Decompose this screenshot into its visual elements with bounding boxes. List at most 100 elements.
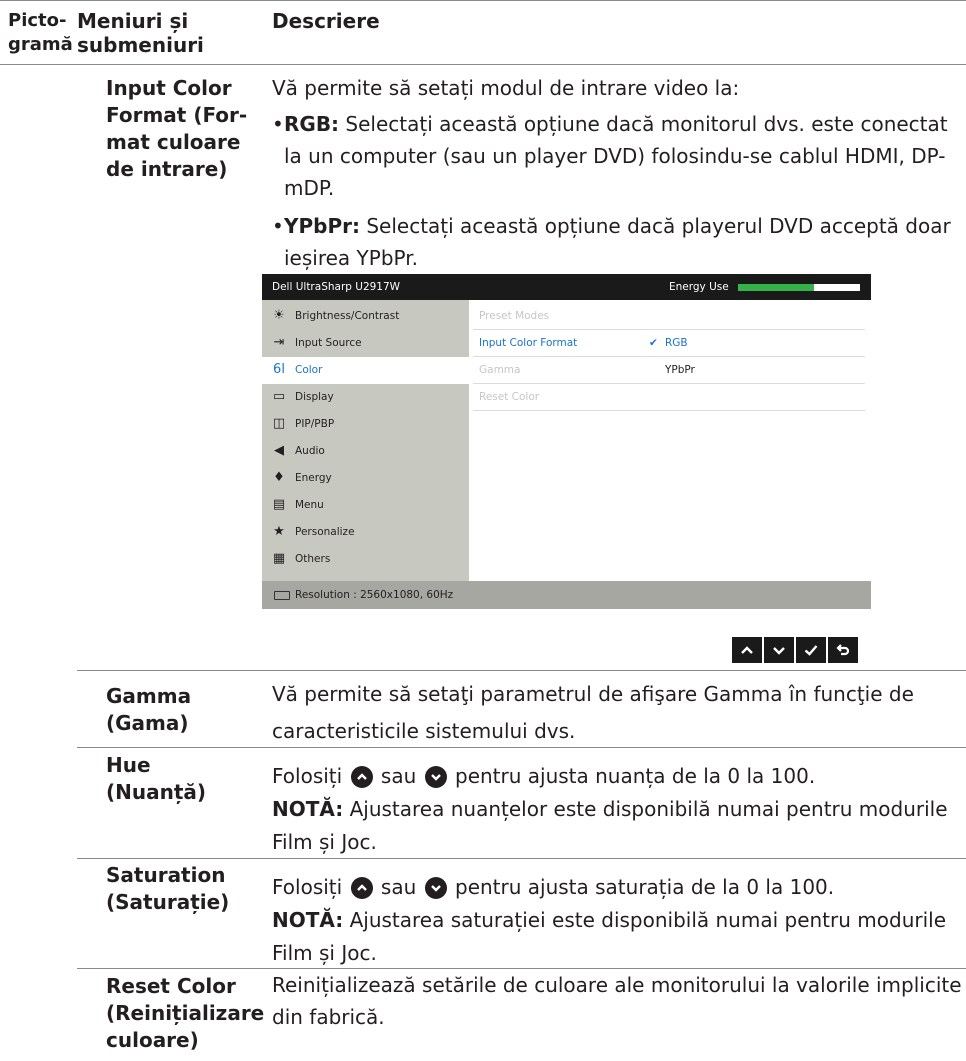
header-rule (0, 64, 966, 65)
check-icon (804, 645, 818, 656)
osd-menu-item-pip-pbp[interactable]: ◫ PIP/PBP (262, 411, 469, 438)
section-rule-3 (77, 858, 966, 859)
section-rule-2 (77, 747, 966, 748)
osd-panel-label: Reset Color (479, 391, 540, 403)
osd-menu-label: Energy (295, 472, 332, 484)
resolution-text: Resolution : 2560x1080, 60Hz (295, 589, 454, 601)
menu-icon: ▤ (272, 497, 286, 512)
hue-note-label: NOTĂ: (272, 797, 344, 821)
osd-panel-row-reset-color[interactable]: Reset Color (469, 384, 865, 411)
osd-menu-item-others[interactable]: ▦ Others (262, 546, 469, 573)
header-pictograma: Picto- gramă (8, 10, 73, 55)
check-icon: ✔ (649, 337, 658, 349)
osd-menu-item-audio[interactable]: ◀ Audio (262, 438, 469, 465)
osd-menu-item-display[interactable]: ▭ Display (262, 384, 469, 411)
resolution-icon (274, 591, 290, 600)
up-icon (741, 646, 753, 654)
osd-status-bar: Resolution : 2560x1080, 60Hz (262, 581, 871, 609)
brightness-icon: ☀ (273, 308, 285, 323)
nav-down-button[interactable] (764, 637, 794, 663)
desc-saturation: Folosiți sau pentru ajusta saturația de … (272, 871, 962, 970)
osd-submenu-panel: Preset Modes Input Color Format ✔ RGB Gamma… (469, 300, 871, 581)
energy-use-bar (738, 284, 860, 291)
osd-panel-label: Gamma (479, 364, 521, 376)
osd-panel-value-text: YPbPr (665, 364, 695, 376)
saturation-note: NOTĂ: Ajustarea saturației este disponib… (272, 904, 962, 970)
osd-title-bar: Dell UltraSharp U2917W Energy Use (262, 274, 871, 300)
pip-icon: ◫ (272, 416, 286, 431)
desc-input-color-format: Vă permite să setați modul de intrare vi… (272, 72, 962, 274)
term-hue: Hue (Nuanță) (106, 753, 207, 804)
hue-text-a: Folosiți (272, 764, 349, 788)
osd-panel-value[interactable]: ✔ RGB (649, 337, 688, 349)
term-gamma: Gamma (Gama) (106, 684, 192, 735)
saturation-note-text: Ajustarea saturației este disponibilă nu… (272, 908, 947, 965)
hue-note: NOTĂ: Ajustarea nuanțelor este disponibi… (272, 793, 962, 859)
osd-panel-row-input-color-format[interactable]: Input Color Format ✔ RGB (469, 330, 865, 357)
desc-hue: Folosiți sau pentru ajusta nuanța de la … (272, 760, 962, 859)
energy-use-label: Energy Use (669, 281, 729, 293)
rgb-text: Selectați această opțiune dacă monitorul… (284, 112, 948, 200)
energy-use-fill (738, 284, 814, 291)
down-icon (773, 647, 785, 655)
hue-note-text: Ajustarea nuanțelor este disponibilă num… (272, 797, 948, 854)
osd-row-divider (473, 410, 865, 411)
header-descriere: Descriere (272, 9, 380, 33)
section-rule-1 (77, 670, 966, 671)
saturation-text-b: sau (374, 875, 423, 899)
osd-menu-item-color[interactable]: 6l Color (262, 357, 469, 384)
nav-check-button[interactable] (796, 637, 826, 663)
nav-up-button[interactable] (732, 637, 762, 663)
down-circle-icon (424, 877, 447, 899)
saturation-usage: Folosiți sau pentru ajusta saturația de … (272, 871, 962, 904)
ypbpr-label: YPbPr: (284, 214, 360, 238)
osd-panel-label: Preset Modes (479, 310, 550, 322)
term-reset-color: Reset Color (Reinițializare culoare) (106, 974, 265, 1052)
osd-menu-label: Audio (295, 445, 325, 457)
osd-panel-value[interactable]: YPbPr (665, 364, 695, 376)
color-icon: 6l (273, 362, 285, 377)
top-rule (0, 0, 966, 1)
up-circle-icon (350, 766, 373, 788)
star-icon: ★ (273, 524, 285, 539)
term-input-color-format: Input Color Format (For- mat culoare de … (106, 76, 248, 181)
others-icon: ▦ (272, 551, 286, 566)
intro-text: Vă permite să setați modul de intrare vi… (272, 76, 740, 100)
osd-panel-row-gamma[interactable]: Gamma YPbPr (469, 357, 865, 384)
osd-screenshot: Dell UltraSharp U2917W Energy Use ☀ Brigh… (262, 274, 871, 609)
desc-reset-color: Reinițializează setările de culoare ale … (272, 973, 962, 1029)
osd-title: Dell UltraSharp U2917W (272, 281, 401, 293)
osd-menu-item-personalize[interactable]: ★ Personalize (262, 519, 469, 546)
osd-panel-label: Input Color Format (479, 337, 578, 349)
saturation-text-a: Folosiți (272, 875, 349, 899)
nav-back-button[interactable] (828, 637, 858, 663)
osd-panel-row-preset-modes[interactable]: Preset Modes (469, 303, 865, 330)
osd-menu-item-energy[interactable]: ♦ Energy (262, 465, 469, 492)
osd-menu-item-brightness-contrast[interactable]: ☀ Brightness/Contrast (262, 303, 469, 330)
display-icon: ▭ (272, 389, 286, 404)
ypbpr-bullet: YPbPr: Selectați această opțiune dacă pl… (272, 210, 962, 274)
up-circle-icon (350, 877, 373, 899)
desc-gamma: Vă permite să setaţi parametrul de afişa… (272, 682, 914, 743)
back-icon (836, 644, 850, 656)
osd-menu-label: Others (295, 553, 331, 565)
energy-icon: ♦ (273, 470, 285, 485)
hue-usage: Folosiți sau pentru ajusta nuanța de la … (272, 760, 962, 793)
osd-menu-label: Display (295, 391, 334, 403)
osd-menu-item-input-source[interactable]: ⇥ Input Source (262, 330, 469, 357)
saturation-note-label: NOTĂ: (272, 908, 344, 932)
audio-icon: ◀ (274, 443, 284, 458)
down-circle-icon (424, 766, 447, 788)
osd-menu-item-menu[interactable]: ▤ Menu (262, 492, 469, 519)
hue-text-c: pentru ajusta nuanța de la 0 la 100. (448, 764, 816, 788)
osd-main-menu: ☀ Brightness/Contrast ⇥ Input Source 6l Color… (262, 300, 469, 581)
osd-menu-label: Brightness/Contrast (295, 310, 400, 322)
osd-menu-label: Color (295, 364, 323, 376)
osd-menu-label: Menu (295, 499, 324, 511)
ypbpr-text: Selectați această opțiune dacă playerul … (284, 214, 951, 270)
input-source-icon: ⇥ (273, 335, 285, 350)
rgb-bullet: RGB: Selectați această opțiune dacă moni… (272, 108, 962, 204)
osd-menu-label: PIP/PBP (295, 418, 335, 430)
saturation-text-c: pentru ajusta saturația de la 0 la 100. (448, 875, 835, 899)
rgb-label: RGB: (284, 112, 340, 136)
